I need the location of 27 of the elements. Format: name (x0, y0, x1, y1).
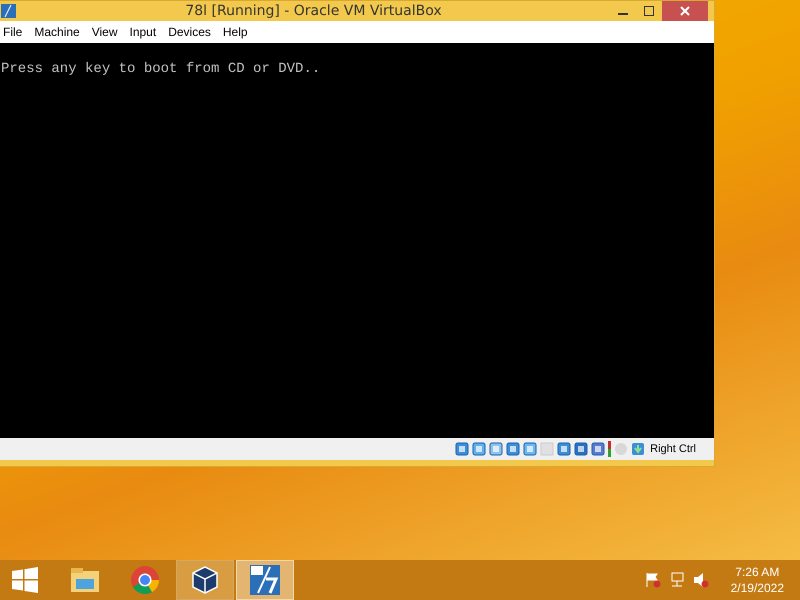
menu-item[interactable]: Help (216, 25, 254, 39)
chrome-icon (130, 565, 160, 595)
cpu-meter-icon (608, 441, 612, 457)
console-text: Press any key to boot from CD or DVD.. (1, 61, 320, 77)
menu-item[interactable]: Machine (28, 25, 86, 39)
minimize-icon (618, 13, 628, 15)
maximize-icon (644, 6, 654, 16)
host-key-label: Right Ctrl (650, 443, 696, 455)
menu-item[interactable]: File (0, 25, 28, 39)
clock-time: 7:26 AM (735, 564, 780, 580)
menu-item[interactable]: View (86, 25, 124, 39)
windows-logo-icon (12, 567, 38, 593)
menu-item[interactable]: Devices (162, 25, 217, 39)
arrow-down-icon (631, 442, 646, 456)
speaker-muted-icon (692, 572, 709, 588)
close-button[interactable] (662, 1, 708, 21)
cube-icon (191, 565, 219, 595)
os-logo-icon (250, 565, 280, 595)
app-icon (1, 3, 17, 19)
taskbar-app-button[interactable] (236, 560, 294, 600)
folder-icon (70, 567, 100, 593)
taskbar-app-button[interactable] (176, 560, 234, 600)
menu-item[interactable]: Input (124, 25, 162, 39)
clock-date: 2/19/2022 (730, 580, 784, 596)
close-icon (680, 6, 690, 16)
flag-icon (644, 572, 661, 588)
window-title: 78l [Running] - Oracle VM VirtualBox (184, 3, 443, 19)
